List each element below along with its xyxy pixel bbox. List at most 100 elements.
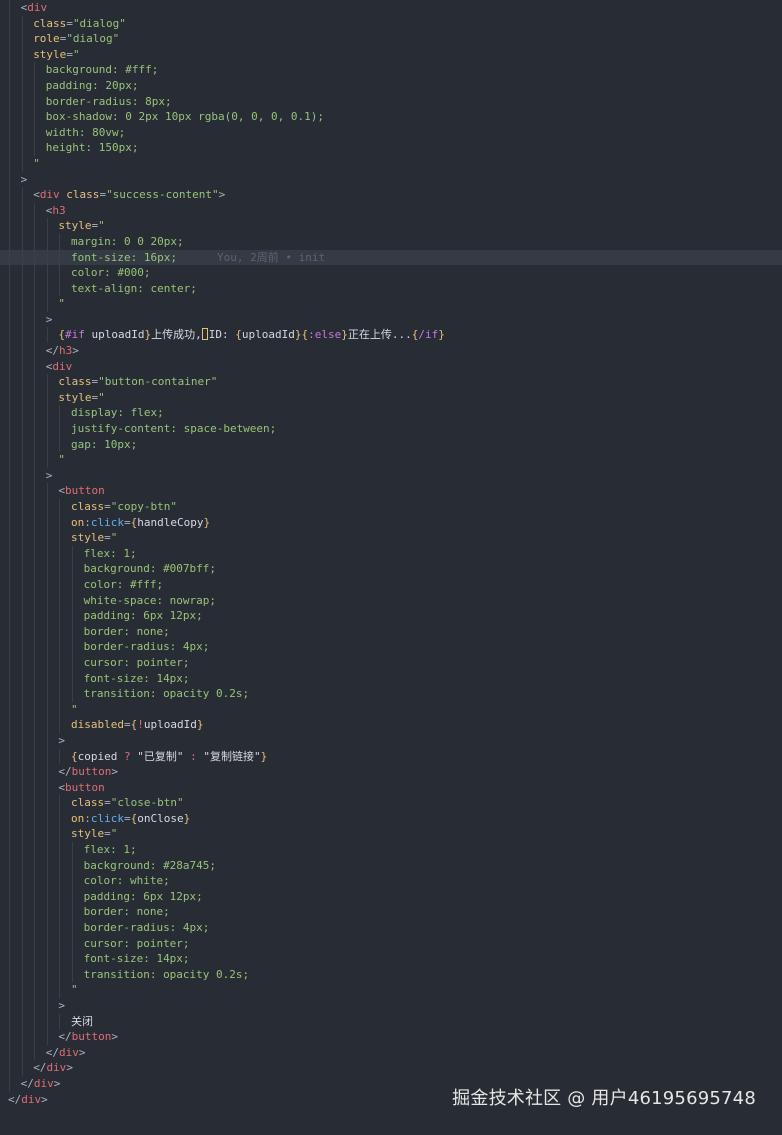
code-line[interactable]: box-shadow: 0 2px 10px rgba(0, 0, 0, 0.1…	[0, 109, 782, 125]
code-line[interactable]: display: flex;	[0, 405, 782, 422]
indent-guide	[34, 93, 36, 110]
code-line[interactable]: background: #fff;	[0, 62, 782, 78]
code-token: font-size: 16px;	[71, 250, 177, 264]
code-line[interactable]: style="	[0, 389, 782, 406]
code-line[interactable]: font-size: 14px;	[0, 951, 782, 967]
code-token: div	[59, 1045, 79, 1059]
code-line[interactable]: justify-content: space-between;	[0, 421, 782, 437]
code-line[interactable]: role="dialog"	[0, 31, 782, 47]
indent-guide	[9, 904, 10, 921]
code-line[interactable]: font-size: 16px; You, 2周前 • init	[0, 249, 782, 266]
code-token: div	[21, 1092, 42, 1106]
code-line[interactable]: </h3>	[0, 343, 782, 359]
code-line[interactable]: color: #fff;	[0, 576, 782, 593]
code-line[interactable]: <button	[0, 779, 782, 796]
indent-guide	[9, 218, 10, 234]
code-line[interactable]: border-radius: 4px;	[0, 639, 782, 655]
code-line[interactable]: >	[0, 732, 782, 749]
code-line[interactable]: background: #007bff;	[0, 561, 782, 577]
code-line[interactable]: cursor: pointer;	[0, 654, 782, 671]
indent-guide	[46, 218, 48, 234]
code-line[interactable]: "	[0, 982, 782, 998]
code-line[interactable]: >	[0, 171, 782, 188]
code-line[interactable]: <button	[0, 483, 782, 499]
code-token: "	[110, 531, 118, 545]
code-line[interactable]: </button>	[0, 1029, 782, 1045]
code-area[interactable]: <div class="dialog" role="dialog" style=" ba…	[0, 0, 782, 1107]
indent-guide	[9, 483, 10, 499]
code-line[interactable]: "	[0, 155, 782, 172]
indent-guide	[9, 608, 10, 624]
code-token: style	[71, 531, 105, 545]
indent-guide	[9, 686, 10, 702]
code-line[interactable]: </button>	[0, 764, 782, 780]
code-line[interactable]: </div>	[0, 1060, 782, 1076]
code-line[interactable]: {copied ? "已复制" : "复制链接"}	[0, 748, 782, 765]
code-line[interactable]: flex: 1;	[0, 842, 782, 858]
code-line[interactable]: border: none;	[0, 623, 782, 640]
code-line[interactable]: style="	[0, 218, 782, 234]
code-line[interactable]: "	[0, 296, 782, 312]
indent-guide	[21, 499, 23, 515]
code-line[interactable]: padding: 6px 12px;	[0, 608, 782, 624]
code-line[interactable]: padding: 6px 12px;	[0, 888, 782, 905]
code-token: =	[104, 531, 111, 545]
indent-guide	[9, 639, 10, 655]
code-line[interactable]: cursor: pointer;	[0, 935, 782, 952]
code-line[interactable]: border-radius: 8px;	[0, 93, 782, 110]
code-token: >	[111, 765, 119, 779]
code-line[interactable]: <div class="success-content">	[0, 187, 782, 203]
code-line[interactable]: style="	[0, 530, 782, 546]
code-token: >	[72, 344, 79, 358]
code-line[interactable]: padding: 20px;	[0, 77, 782, 94]
indent-guide	[9, 873, 10, 889]
indent-guide	[34, 327, 36, 344]
code-line[interactable]: border-radius: 4px;	[0, 920, 782, 936]
code-line[interactable]: 关闭	[0, 1013, 782, 1030]
indent-guide	[21, 732, 23, 749]
code-line[interactable]: style="	[0, 826, 782, 843]
code-line[interactable]: <div	[0, 0, 782, 16]
code-line[interactable]: background: #28a745;	[0, 857, 782, 874]
code-line[interactable]: transition: opacity 0.2s;	[0, 686, 782, 702]
indent-guide	[46, 717, 48, 733]
code-token: </	[8, 1092, 22, 1106]
code-line[interactable]: class="dialog"	[0, 15, 782, 32]
code-line[interactable]: margin: 0 0 20px;	[0, 233, 782, 250]
indent-guide	[72, 592, 73, 609]
code-line-content: font-size: 14px;	[8, 672, 190, 685]
code-line[interactable]: width: 80vw;	[0, 124, 782, 141]
code-line[interactable]: >	[0, 311, 782, 328]
code-line[interactable]: height: 150px;	[0, 140, 782, 156]
code-line-content: width: 80vw;	[8, 126, 125, 139]
code-line[interactable]: class="button-container"	[0, 374, 782, 390]
code-line[interactable]: <h3	[0, 202, 782, 219]
indent-guide	[46, 670, 48, 687]
code-line[interactable]: text-align: center;	[0, 280, 782, 297]
indent-guide	[34, 873, 36, 889]
code-line[interactable]: {#if uploadId}上传成功, ID: {uploadId}{:else}…	[0, 327, 782, 344]
code-line[interactable]: border: none;	[0, 904, 782, 921]
code-line[interactable]: font-size: 14px;	[0, 670, 782, 687]
code-line[interactable]: "	[0, 701, 782, 718]
code-line[interactable]: style="	[0, 46, 782, 63]
code-line[interactable]: class="close-btn"	[0, 795, 782, 811]
code-line[interactable]: <div	[0, 358, 782, 375]
code-line[interactable]: class="copy-btn"	[0, 499, 782, 515]
code-line[interactable]: flex: 1;	[0, 545, 782, 562]
code-line[interactable]: on:click={onClose}	[0, 810, 782, 827]
code-line[interactable]: "	[0, 452, 782, 468]
code-line[interactable]: disabled={!uploadId}	[0, 717, 782, 733]
code-line[interactable]: </div>	[0, 1044, 782, 1061]
indent-guide	[9, 0, 10, 16]
code-line[interactable]: white-space: nowrap;	[0, 592, 782, 609]
code-line[interactable]: gap: 10px;	[0, 436, 782, 453]
indent-guide	[21, 1044, 23, 1061]
code-line[interactable]: on:click={handleCopy}	[0, 514, 782, 531]
code-line[interactable]: color: #000;	[0, 265, 782, 281]
code-line[interactable]: >	[0, 467, 782, 484]
code-line[interactable]: transition: opacity 0.2s;	[0, 966, 782, 983]
code-line[interactable]: >	[0, 998, 782, 1014]
code-line[interactable]: color: white;	[0, 873, 782, 889]
code-editor[interactable]: <div class="dialog" role="dialog" style=" ba…	[0, 0, 782, 1135]
